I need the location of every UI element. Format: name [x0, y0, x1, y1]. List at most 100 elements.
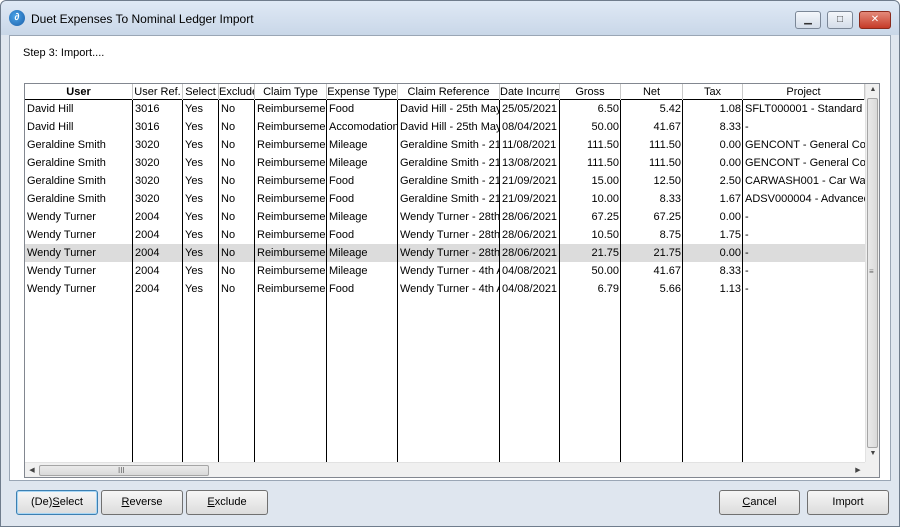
- table-row[interactable]: Geraldine Smith 3020 Yes No Reimbursemen Mile…: [25, 154, 865, 172]
- table-cell: 0.00: [719, 211, 741, 223]
- column-divider: [620, 100, 621, 462]
- grip-icon: III: [118, 466, 125, 475]
- maximize-button[interactable]: □: [827, 11, 853, 29]
- table-cell: Yes: [185, 265, 203, 277]
- column-header[interactable]: Gross: [560, 84, 621, 100]
- column-divider: [499, 100, 500, 462]
- column-divider: [182, 100, 183, 462]
- table-row[interactable]: Wendy Turner 2004 Yes No Reimbursemen Food Wen…: [25, 226, 865, 244]
- table-cell: David Hill - 25th May: [400, 103, 500, 115]
- column-header[interactable]: Select: [183, 84, 219, 100]
- table-cell: Food: [329, 283, 355, 295]
- table-cell: Wendy Turner: [27, 211, 96, 223]
- table-cell: Food: [329, 103, 355, 115]
- table-cell: 21.75: [591, 247, 619, 259]
- table-cell: Reimbursemen: [257, 103, 327, 115]
- close-button[interactable]: ✕: [859, 11, 891, 29]
- table-cell: David Hill: [27, 103, 74, 115]
- table-cell: 111.50: [648, 139, 681, 151]
- table-cell: 10.50: [591, 229, 619, 241]
- table-cell: No: [221, 265, 236, 277]
- table-cell: Wendy Turner - 28th: [400, 211, 500, 223]
- column-divider: [742, 100, 743, 462]
- exclude-button[interactable]: Exclude: [186, 490, 268, 515]
- column-header[interactable]: Net: [621, 84, 683, 100]
- table-cell: 04/08/2021: [502, 265, 558, 277]
- horizontal-scrollbar[interactable]: ◀ III ▶: [25, 462, 865, 477]
- table-cell: 8.33: [719, 121, 741, 133]
- reverse-label-rest: everse: [129, 496, 163, 508]
- scroll-down-icon[interactable]: ▼: [866, 450, 879, 457]
- table-cell: 3016: [135, 121, 160, 133]
- column-header[interactable]: Claim Type: [255, 84, 327, 100]
- horizontal-scroll-thumb[interactable]: III: [39, 465, 209, 476]
- table-cell: Geraldine Smith - 21s: [400, 157, 500, 169]
- table-cell: Mileage: [329, 139, 368, 151]
- vertical-scrollbar[interactable]: ▲ ≡ ▼: [865, 84, 879, 462]
- table-cell: Reimbursemen: [257, 193, 327, 205]
- table-cell: Mileage: [329, 265, 368, 277]
- table-cell: Food: [329, 175, 355, 187]
- table-row[interactable]: Geraldine Smith 3020 Yes No Reimbursemen Food…: [25, 172, 865, 190]
- table-cell: Reimbursemen: [257, 211, 327, 223]
- table-cell: Food: [329, 193, 355, 205]
- table-cell: Food: [329, 229, 355, 241]
- table-cell: Mileage: [329, 157, 368, 169]
- table-cell: 28/06/2021: [502, 247, 558, 259]
- scroll-right-icon[interactable]: ▶: [851, 466, 865, 474]
- table-cell: Mileage: [329, 247, 368, 259]
- table-cell: Reimbursemen: [257, 265, 327, 277]
- column-header[interactable]: Expense Type: [327, 84, 398, 100]
- column-header[interactable]: User: [25, 84, 133, 100]
- table-cell: Yes: [185, 247, 203, 259]
- table-cell: No: [221, 157, 236, 169]
- table-cell: 41.67: [653, 265, 681, 277]
- minimize-button[interactable]: ▁: [795, 11, 821, 29]
- table-cell: 67.25: [653, 211, 681, 223]
- table-row[interactable]: David Hill 3016 Yes No Reimbursemen Food David…: [25, 100, 865, 118]
- table-cell: 1.67: [719, 193, 741, 205]
- deselect-mnemonic: S: [52, 496, 60, 508]
- table-row[interactable]: Geraldine Smith 3020 Yes No Reimbursemen Food…: [25, 190, 865, 208]
- expenses-grid[interactable]: User User Ref. Select Exclude Claim Type Expe…: [24, 83, 880, 478]
- table-row[interactable]: David Hill 3016 Yes No Reimbursemen Accomodat…: [25, 118, 865, 136]
- table-row[interactable]: Wendy Turner 2004 Yes No Reimbursemen Mileage…: [25, 208, 865, 226]
- scroll-up-icon[interactable]: ▲: [866, 86, 879, 93]
- table-cell: 8.33: [659, 193, 681, 205]
- table-row[interactable]: Wendy Turner 2004 Yes No Reimbursemen Mileage…: [25, 262, 865, 280]
- table-cell: Yes: [185, 175, 203, 187]
- title-bar[interactable]: ∂ Duet Expenses To Nominal Ledger Import…: [1, 1, 899, 35]
- table-cell: Reimbursemen: [257, 121, 327, 133]
- table-cell: Wendy Turner - 28th: [400, 229, 500, 241]
- reverse-button[interactable]: Reverse: [101, 490, 183, 515]
- table-cell: 67.25: [591, 211, 619, 223]
- deselect-button[interactable]: (De)Select: [16, 490, 98, 515]
- column-header[interactable]: Tax: [683, 84, 743, 100]
- table-row[interactable]: Geraldine Smith 3020 Yes No Reimbursemen Mile…: [25, 136, 865, 154]
- column-header[interactable]: User Ref.: [133, 84, 183, 100]
- table-cell: CARWASH001 - Car Washi: [745, 175, 865, 187]
- column-header[interactable]: Project: [743, 84, 865, 100]
- table-cell: 21/09/2021: [502, 175, 558, 187]
- table-cell: 2004: [135, 211, 160, 223]
- column-header[interactable]: Exclude: [219, 84, 255, 100]
- table-cell: -: [745, 265, 749, 277]
- table-cell: 28/06/2021: [502, 229, 558, 241]
- column-divider: [326, 100, 327, 462]
- column-header[interactable]: Date Incurre: [500, 84, 560, 100]
- table-cell: No: [221, 175, 236, 187]
- vertical-scroll-thumb[interactable]: ≡: [867, 98, 878, 448]
- grid-body[interactable]: David Hill 3016 Yes No Reimbursemen Food David…: [25, 100, 865, 462]
- scroll-left-icon[interactable]: ◀: [25, 466, 39, 474]
- table-cell: 0.00: [719, 139, 741, 151]
- table-cell: 13/08/2021: [502, 157, 558, 169]
- column-divider: [218, 100, 219, 462]
- table-cell: Geraldine Smith: [27, 175, 106, 187]
- column-header[interactable]: Claim Reference: [398, 84, 500, 100]
- table-row[interactable]: Wendy Turner 2004 Yes No Reimbursemen Food Wen…: [25, 280, 865, 298]
- table-row[interactable]: Wendy Turner 2004 Yes No Reimbursemen Mileage…: [25, 244, 865, 262]
- table-cell: Yes: [185, 157, 203, 169]
- import-button[interactable]: Import: [807, 490, 889, 515]
- cancel-button[interactable]: Cancel: [719, 490, 800, 515]
- table-cell: David Hill: [27, 121, 74, 133]
